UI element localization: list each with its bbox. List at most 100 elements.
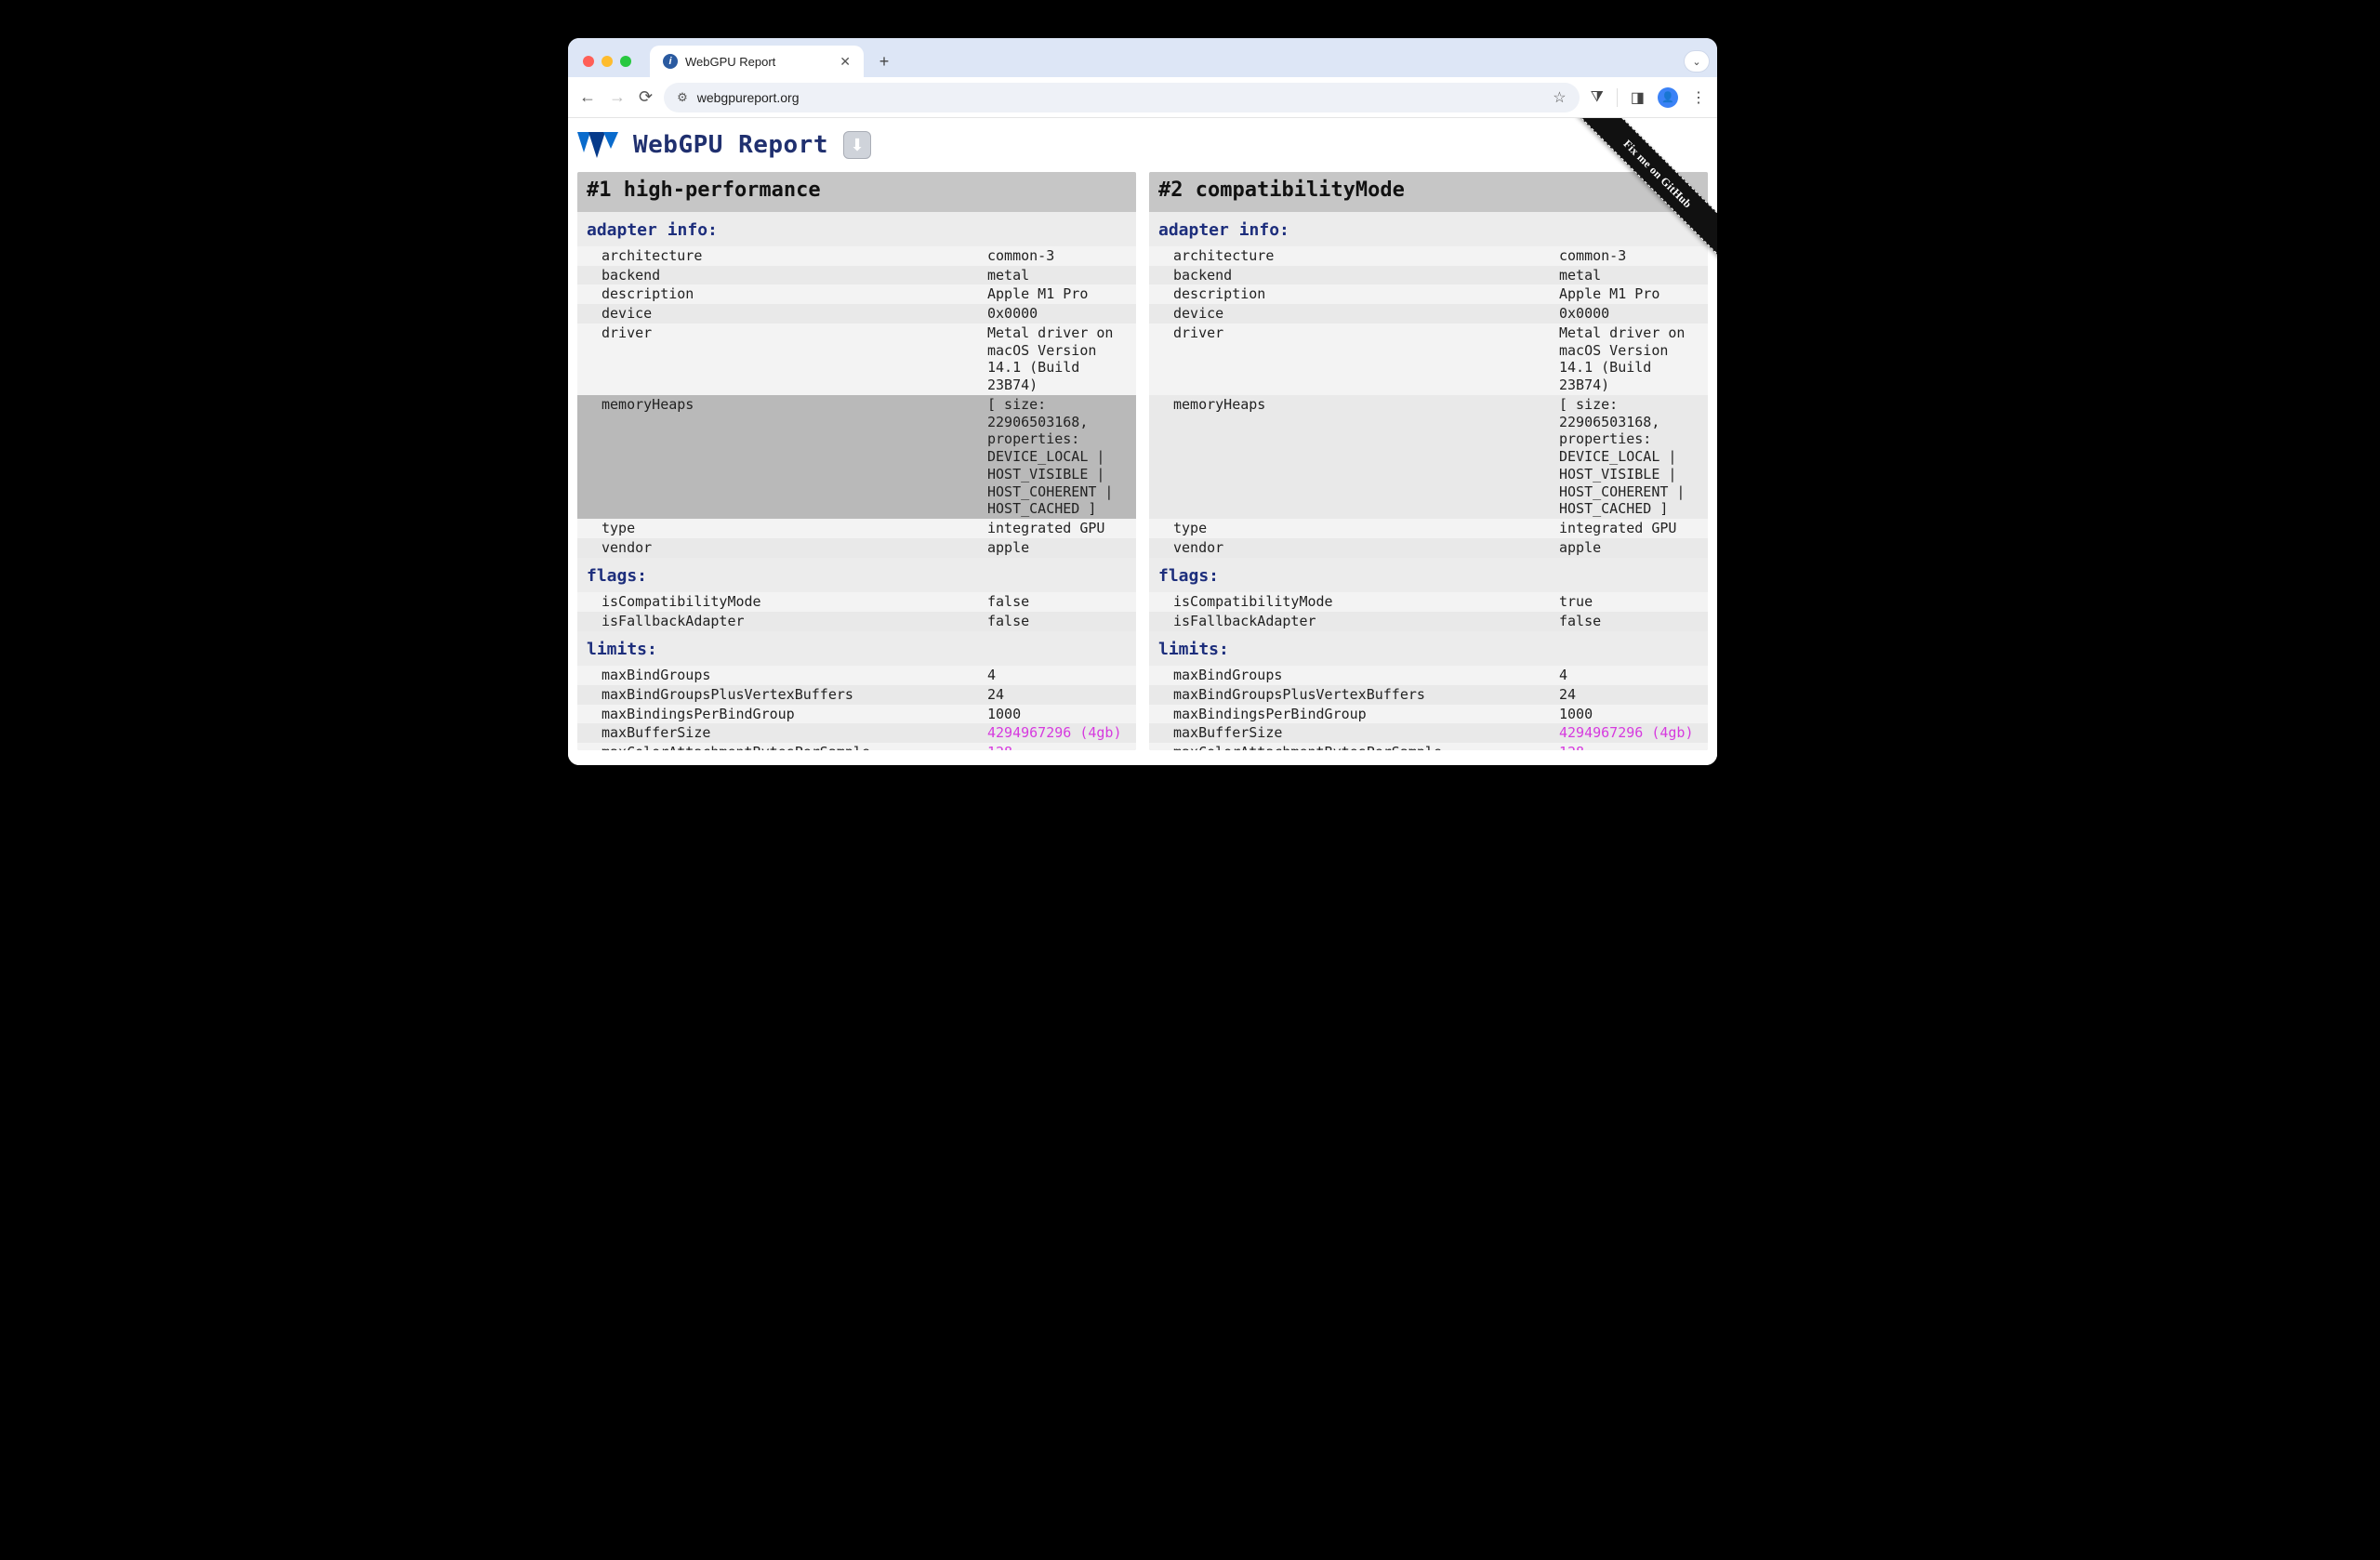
profile-avatar-icon[interactable]: 👤: [1658, 87, 1678, 108]
property-key: description: [1173, 285, 1559, 303]
property-row[interactable]: driverMetal driver on macOS Version 14.1…: [577, 324, 1136, 395]
property-value: Apple M1 Pro: [987, 285, 1136, 303]
property-value: 0x0000: [987, 305, 1136, 323]
property-row[interactable]: backendmetal: [577, 266, 1136, 285]
property-row[interactable]: maxBindGroups4: [577, 666, 1136, 685]
webgpu-logo-icon: [577, 132, 618, 158]
property-value: apple: [1559, 539, 1708, 557]
property-row[interactable]: typeintegrated GPU: [1149, 519, 1708, 538]
side-panel-icon[interactable]: ◨: [1631, 88, 1645, 107]
property-key: description: [602, 285, 987, 303]
bookmark-icon[interactable]: ☆: [1553, 88, 1566, 107]
property-key: maxColorAttachmentBytesPerSample: [602, 744, 987, 750]
property-value: 0x0000: [1559, 305, 1708, 323]
url-text: webgpureport.org: [697, 90, 800, 105]
browser-tab[interactable]: i WebGPU Report ✕: [650, 46, 864, 77]
property-row[interactable]: vendorapple: [577, 538, 1136, 558]
report-panel: #1 high-performanceadapter info: archite…: [577, 172, 1136, 750]
section-rows: architecturecommon-3 backendmetal descri…: [577, 246, 1136, 558]
property-row[interactable]: maxBindingsPerBindGroup1000: [577, 705, 1136, 724]
property-row[interactable]: maxColorAttachmentBytesPerSample128: [577, 743, 1136, 750]
property-value: apple: [987, 539, 1136, 557]
reload-button[interactable]: ⟳: [639, 87, 653, 107]
forward-button[interactable]: →: [609, 87, 626, 107]
property-value: 128: [987, 744, 1136, 750]
panel-title: #2 compatibilityMode: [1149, 172, 1708, 212]
site-info-icon[interactable]: ⚙: [677, 90, 688, 105]
property-row[interactable]: driverMetal driver on macOS Version 14.1…: [1149, 324, 1708, 395]
download-icon: ⬇: [850, 136, 864, 155]
close-window-button[interactable]: [583, 56, 594, 67]
tabs-dropdown-button[interactable]: ⌄: [1684, 50, 1710, 73]
property-row[interactable]: maxBufferSize4294967296 (4gb): [577, 723, 1136, 743]
property-row[interactable]: maxBindGroups4: [1149, 666, 1708, 685]
property-row[interactable]: maxBindGroupsPlusVertexBuffers24: [1149, 685, 1708, 705]
property-value: Metal driver on macOS Version 14.1 (Buil…: [1559, 324, 1708, 394]
property-key: maxBindGroups: [1173, 667, 1559, 684]
section-title: limits:: [577, 631, 1136, 666]
section-title: limits:: [1149, 631, 1708, 666]
fullscreen-window-button[interactable]: [620, 56, 631, 67]
property-row[interactable]: device0x0000: [577, 304, 1136, 324]
property-row[interactable]: isCompatibilityModefalse: [577, 592, 1136, 612]
property-key: driver: [1173, 324, 1559, 394]
section-rows: maxBindGroups4 maxBindGroupsPlusVertexBu…: [577, 666, 1136, 750]
property-row[interactable]: architecturecommon-3: [1149, 246, 1708, 266]
section-rows: isCompatibilityModetrue isFallbackAdapte…: [1149, 592, 1708, 631]
property-value: 24: [987, 686, 1136, 704]
new-tab-button[interactable]: +: [871, 48, 897, 74]
property-key: memoryHeaps: [1173, 396, 1559, 518]
menu-icon[interactable]: ⋮: [1691, 88, 1706, 107]
property-value: integrated GPU: [987, 520, 1136, 537]
property-key: type: [1173, 520, 1559, 537]
property-key: backend: [1173, 267, 1559, 284]
property-key: memoryHeaps: [602, 396, 987, 518]
property-key: maxBindingsPerBindGroup: [602, 706, 987, 723]
property-key: vendor: [1173, 539, 1559, 557]
property-value: integrated GPU: [1559, 520, 1708, 537]
property-row[interactable]: memoryHeaps[ size: 22906503168, properti…: [1149, 395, 1708, 519]
property-value: 4: [987, 667, 1136, 684]
property-value: Metal driver on macOS Version 14.1 (Buil…: [987, 324, 1136, 394]
property-row[interactable]: typeintegrated GPU: [577, 519, 1136, 538]
property-value: common-3: [1559, 247, 1708, 265]
property-row[interactable]: maxColorAttachmentBytesPerSample128: [1149, 743, 1708, 750]
property-value: false: [987, 613, 1136, 630]
minimize-window-button[interactable]: [602, 56, 613, 67]
property-key: maxBufferSize: [602, 724, 987, 742]
property-value: 128: [1559, 744, 1708, 750]
back-button[interactable]: ←: [579, 87, 596, 107]
address-bar[interactable]: ⚙ webgpureport.org ☆: [664, 83, 1580, 112]
property-key: maxColorAttachmentBytesPerSample: [1173, 744, 1559, 750]
property-row[interactable]: descriptionApple M1 Pro: [577, 284, 1136, 304]
property-row[interactable]: memoryHeaps[ size: 22906503168, properti…: [577, 395, 1136, 519]
property-value: [ size: 22906503168, properties: DEVICE_…: [987, 396, 1136, 518]
property-row[interactable]: architecturecommon-3: [577, 246, 1136, 266]
extensions-icon[interactable]: ⧩: [1591, 89, 1604, 106]
property-row[interactable]: maxBindingsPerBindGroup1000: [1149, 705, 1708, 724]
property-row[interactable]: isFallbackAdapterfalse: [1149, 612, 1708, 631]
page-title: WebGPU Report: [633, 131, 828, 159]
property-row[interactable]: device0x0000: [1149, 304, 1708, 324]
toolbar: ← → ⟳ ⚙ webgpureport.org ☆ ⧩ ◨ 👤 ⋮: [568, 77, 1717, 118]
property-key: device: [602, 305, 987, 323]
property-row[interactable]: maxBindGroupsPlusVertexBuffers24: [577, 685, 1136, 705]
property-row[interactable]: isFallbackAdapterfalse: [577, 612, 1136, 631]
property-value: true: [1559, 593, 1708, 611]
close-tab-button[interactable]: ✕: [840, 54, 851, 70]
property-key: architecture: [1173, 247, 1559, 265]
property-row[interactable]: maxBufferSize4294967296 (4gb): [1149, 723, 1708, 743]
property-key: maxBindingsPerBindGroup: [1173, 706, 1559, 723]
panel-title: #1 high-performance: [577, 172, 1136, 212]
property-row[interactable]: backendmetal: [1149, 266, 1708, 285]
property-value: metal: [987, 267, 1136, 284]
property-key: maxBindGroupsPlusVertexBuffers: [1173, 686, 1559, 704]
download-button[interactable]: ⬇: [843, 131, 871, 159]
property-key: driver: [602, 324, 987, 394]
property-key: backend: [602, 267, 987, 284]
property-row[interactable]: vendorapple: [1149, 538, 1708, 558]
property-row[interactable]: descriptionApple M1 Pro: [1149, 284, 1708, 304]
section-rows: isCompatibilityModefalse isFallbackAdapt…: [577, 592, 1136, 631]
property-value: false: [987, 593, 1136, 611]
property-row[interactable]: isCompatibilityModetrue: [1149, 592, 1708, 612]
